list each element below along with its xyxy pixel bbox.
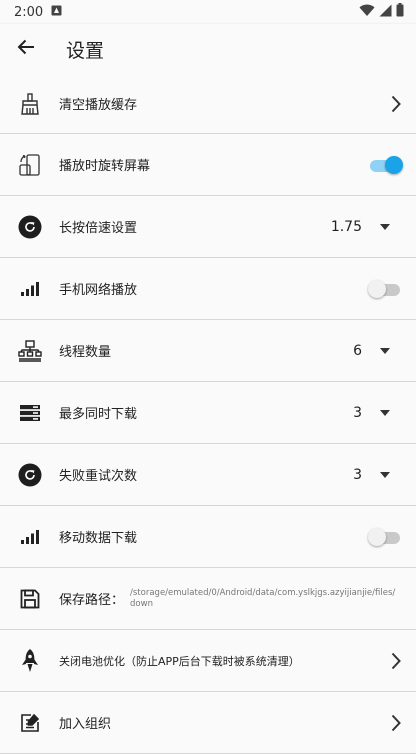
back-button[interactable]	[0, 24, 52, 74]
mobile-network-play-toggle[interactable]	[368, 278, 404, 300]
speed-setting-label: 长按倍速设置	[59, 221, 138, 236]
save-floppy-icon	[15, 584, 45, 614]
thread-count-label: 线程数量	[59, 345, 112, 360]
rocket-icon	[15, 646, 45, 676]
battery-optimization-row[interactable]: 关闭电池优化（防止APP后台下载时被系统清理）	[0, 630, 416, 692]
save-path-row[interactable]: 保存路径： /storage/emulated/0/Android/data/c…	[0, 568, 416, 630]
mobile-network-play-label: 手机网络播放	[59, 283, 138, 298]
edit-note-icon	[15, 708, 45, 738]
join-organization-row[interactable]: 加入组织	[0, 692, 416, 754]
app-bar: 设置	[0, 24, 416, 74]
clear-cache-label: 清空播放缓存	[59, 98, 138, 113]
signal-bars-icon	[15, 522, 45, 552]
max-downloads-label: 最多同时下载	[59, 407, 138, 422]
retry-count-label: 失败重试次数	[59, 469, 138, 484]
mobile-data-download-row[interactable]: 移动数据下载	[0, 506, 416, 568]
status-bar: 2:00	[0, 0, 416, 24]
mobile-network-play-row[interactable]: 手机网络播放	[0, 258, 416, 320]
max-downloads-row[interactable]: 最多同时下载 3	[0, 382, 416, 444]
retry-count-row[interactable]: 失败重试次数 3	[0, 444, 416, 506]
chevron-right-icon	[388, 651, 404, 671]
status-time: 2:00	[14, 4, 44, 20]
save-path-label: 保存路径：	[59, 593, 125, 608]
refresh-circle-icon	[15, 212, 45, 242]
page-title: 设置	[66, 39, 105, 62]
battery-icon	[396, 3, 404, 21]
speed-value[interactable]: 1.75	[331, 219, 362, 235]
dropdown-arrow-icon[interactable]	[380, 470, 390, 480]
dropdown-arrow-icon[interactable]	[380, 346, 390, 356]
settings-list: 清空播放缓存 播放时旋转屏幕 长按倍速设置 1.75 手机网络播放 线程数量 6…	[0, 74, 416, 754]
storage-stack-icon	[15, 398, 45, 428]
dropdown-arrow-icon[interactable]	[380, 222, 390, 232]
mobile-data-download-label: 移动数据下载	[59, 531, 138, 546]
signal-bars-icon	[15, 274, 45, 304]
dropdown-arrow-icon[interactable]	[380, 408, 390, 418]
notification-icon	[51, 5, 62, 20]
thread-count-value[interactable]: 6	[353, 343, 362, 359]
signal-icon	[379, 4, 392, 21]
rotate-screen-toggle[interactable]	[368, 154, 404, 176]
retry-count-value[interactable]: 3	[353, 467, 362, 483]
battery-optimization-label: 关闭电池优化（防止APP后台下载时被系统清理）	[59, 654, 300, 668]
chevron-right-icon	[388, 94, 404, 114]
wifi-icon	[359, 4, 375, 21]
speed-setting-row[interactable]: 长按倍速设置 1.75	[0, 196, 416, 258]
save-path-value: /storage/emulated/0/Android/data/com.ysl…	[130, 587, 396, 609]
max-downloads-value[interactable]: 3	[353, 405, 362, 421]
rotate-screen-label: 播放时旋转屏幕	[59, 159, 151, 174]
broom-icon	[15, 89, 45, 119]
arrow-left-icon	[17, 39, 35, 59]
network-tree-icon	[15, 336, 45, 366]
clear-cache-row[interactable]: 清空播放缓存	[0, 74, 416, 134]
mobile-data-download-toggle[interactable]	[368, 526, 404, 548]
refresh-circle-icon	[15, 460, 45, 490]
rotate-screen-row[interactable]: 播放时旋转屏幕	[0, 134, 416, 196]
thread-count-row[interactable]: 线程数量 6	[0, 320, 416, 382]
chevron-right-icon	[388, 713, 404, 733]
join-organization-label: 加入组织	[59, 717, 112, 732]
screen-rotation-icon	[15, 150, 45, 180]
